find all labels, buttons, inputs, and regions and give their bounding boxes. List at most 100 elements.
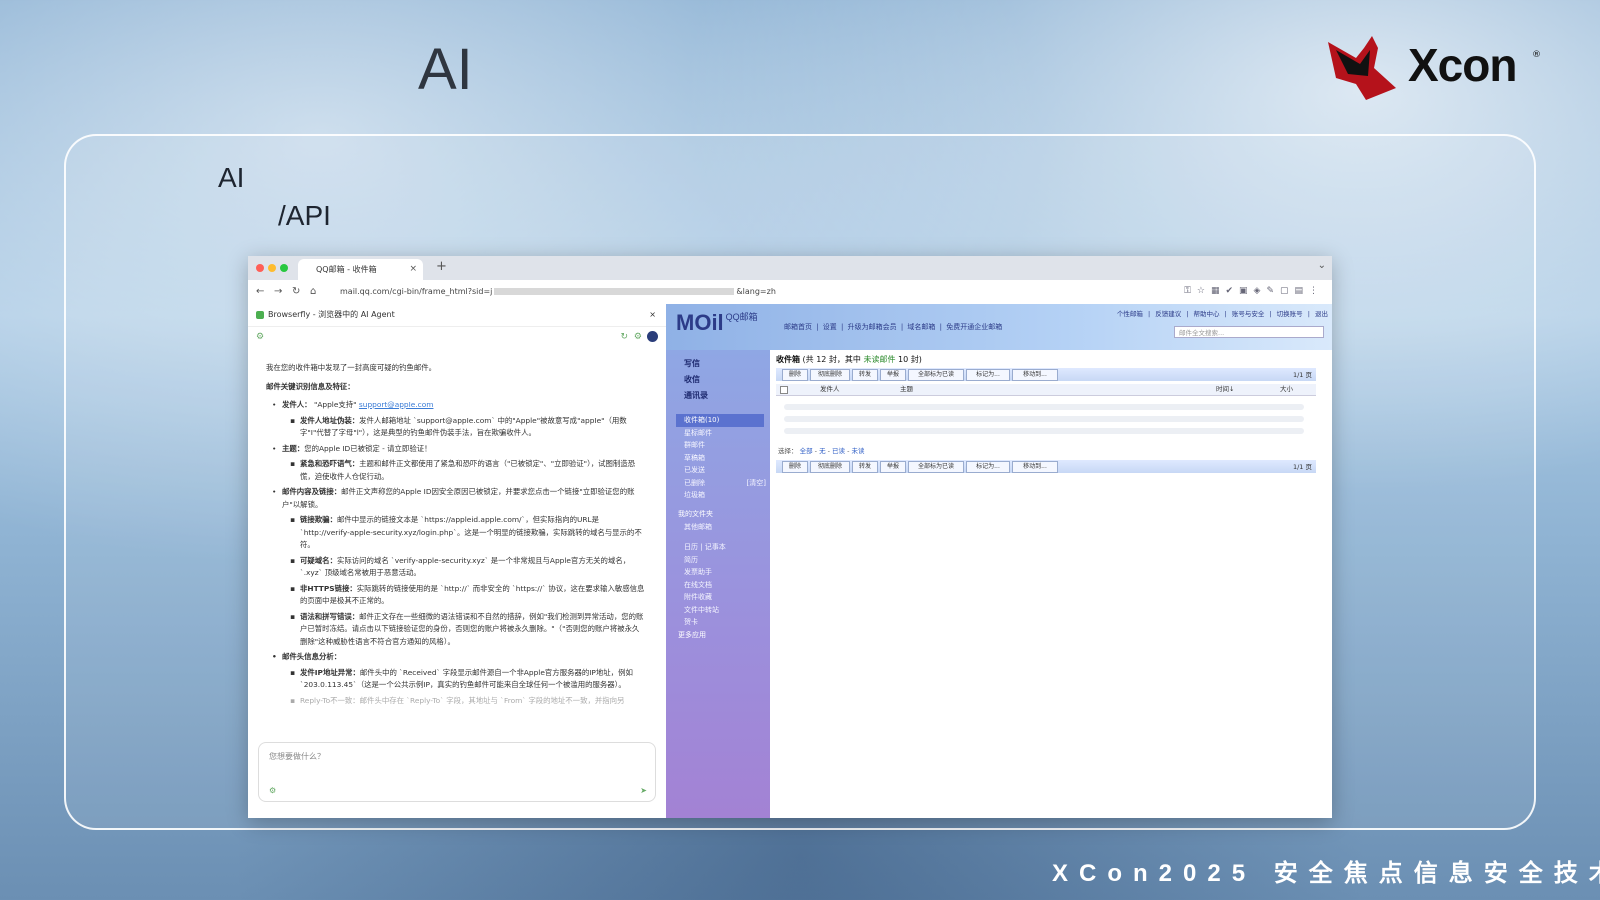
mail-header: MOil QQ邮箱 邮箱首页 | 设置 | 升级为邮箱会员 | 域名邮箱 | 免费… [666, 304, 1332, 350]
tab-close-icon[interactable]: × [409, 259, 417, 280]
page-indicator: 1/1 页 [1292, 371, 1312, 379]
move-to-dropdown[interactable]: 移动到... [1012, 369, 1058, 381]
list-item-content: 邮件内容及链接：邮件正文声称您的Apple ID因安全原因已被锁定，并要求您点击… [266, 486, 646, 511]
sidebar-item-other-mail[interactable]: 其他邮箱 [666, 521, 770, 534]
tab-title: QQ邮箱 - 收件箱 [316, 265, 377, 274]
column-time[interactable]: 时间↓ [1216, 384, 1234, 395]
delete-button[interactable]: 删除 [782, 369, 808, 381]
list-item-https: 非HTTPS链接：实际跳转的链接使用的是 `http://` 而非安全的 `ht… [266, 583, 646, 608]
mark-as-dropdown[interactable]: 标记为... [966, 369, 1010, 381]
mail-search-input[interactable]: 邮件全文搜索... [1174, 326, 1324, 338]
sidebar-item-starred[interactable]: 星标邮件 [666, 427, 770, 440]
extension-icons[interactable]: ⚿☆▦✔▣◈✎▢▤⋮ [1184, 286, 1324, 296]
sidebar-section-my-folders[interactable]: 我的文件夹 [666, 508, 770, 521]
close-window-dot[interactable] [256, 264, 264, 272]
mark-as-dropdown[interactable]: 标记为... [966, 461, 1010, 473]
column-subject[interactable]: 主题 [900, 384, 913, 395]
list-item-link-spoof: 链接欺骗：邮件中显示的链接文本是 `https://appleid.apple.… [266, 514, 646, 552]
browserfly-logo-icon [256, 311, 264, 319]
column-size[interactable]: 大小 [1280, 384, 1293, 395]
home-button[interactable]: ⌂ [310, 286, 316, 297]
select-read-link[interactable]: 已读 [832, 447, 845, 455]
agent-header: Browserfly - 浏览器中的 AI Agent × [248, 304, 666, 327]
agent-settings-icon[interactable]: ⚙ [256, 332, 264, 342]
select-unread-link[interactable]: 未读 [852, 447, 865, 455]
new-tab-button[interactable]: + [436, 259, 447, 274]
compose-button[interactable]: 写信 [666, 356, 770, 372]
mail-inbox: 收件箱 (共 12 封，其中 未读邮件 10 封) 删除 彻底删除 转发 举报 … [770, 350, 1332, 818]
sidebar-item-deleted[interactable]: 已删除 [清空] [666, 477, 770, 490]
xcon-logo-text: Xcon [1408, 39, 1517, 91]
mark-all-read-button[interactable]: 全部标为已读 [908, 461, 964, 473]
sidebar-item-attachments[interactable]: 附件收藏 [666, 591, 770, 604]
move-to-dropdown[interactable]: 移动到... [1012, 461, 1058, 473]
list-item-urgency: 紧急和恐吓语气：主题和邮件正文都使用了紧急和恐吓的语言（"已被锁定"、"立即验证… [266, 458, 646, 483]
select-all-link[interactable]: 全部 [800, 447, 813, 455]
mail-row-blurred[interactable] [784, 428, 1304, 434]
qq-mail-page: MOil QQ邮箱 邮箱首页 | 设置 | 升级为邮箱会员 | 域名邮箱 | 免费… [666, 304, 1332, 818]
unread-link[interactable]: 未读邮件 [863, 355, 895, 364]
sidebar-item-docs[interactable]: 在线文档 [666, 579, 770, 592]
qq-mail-logo[interactable]: MOil QQ邮箱 [676, 310, 758, 336]
mail-top-nav[interactable]: 邮箱首页 | 设置 | 升级为邮箱会员 | 域名邮箱 | 免费开通企业邮箱 [784, 322, 1002, 332]
sidebar-item-file-station[interactable]: 文件中转站 [666, 604, 770, 617]
send-icon[interactable]: ➤ [640, 786, 647, 795]
select-none-link[interactable]: 无 [819, 447, 826, 455]
sidebar-item-drafts[interactable]: 草稿箱 [666, 452, 770, 465]
mail-row-blurred[interactable] [784, 416, 1304, 422]
reload-button[interactable]: ↻ [292, 286, 300, 297]
sender-email-link[interactable]: support@appIe.com [359, 400, 434, 409]
chat-settings-icon[interactable]: ⚙ [269, 786, 276, 795]
empty-trash-link[interactable]: [清空] [747, 477, 766, 490]
mail-row-blurred[interactable] [784, 404, 1304, 410]
agent-key-title: 邮件关键识别信息及特征： [266, 381, 355, 391]
subtitle-line-2: /API [278, 200, 331, 231]
agent-avatar-icon[interactable] [647, 331, 658, 342]
url-suffix: &lang=zh [736, 287, 776, 296]
back-button[interactable]: ← [256, 286, 264, 297]
forward-button[interactable]: 转发 [852, 369, 878, 381]
xcon-logo: Xcon ® [1326, 28, 1546, 104]
agent-gear-icon[interactable]: ⚙ [634, 332, 642, 342]
sidebar-section-more-apps[interactable]: 更多应用 [666, 629, 770, 642]
sidebar-item-cards[interactable]: 贺卡 [666, 616, 770, 629]
sidebar-item-sent[interactable]: 已发送 [666, 464, 770, 477]
mark-all-read-button[interactable]: 全部标为已读 [908, 369, 964, 381]
sidebar-item-group[interactable]: 群邮件 [666, 439, 770, 452]
agent-refresh-icon[interactable]: ↻ [620, 332, 628, 342]
mail-account-links[interactable]: 个性邮箱 | 反馈建议 | 帮助中心 | 账号与安全 | 切换账号 | 退出 [1117, 308, 1328, 318]
forward-button[interactable]: 转发 [852, 461, 878, 473]
footer-banner: XCon2025 安全焦点信息安全技术 [1052, 860, 1600, 887]
delete-button[interactable]: 删除 [782, 461, 808, 473]
tab-bar: QQ邮箱 - 收件箱 × + ⌄ [248, 256, 1332, 280]
agent-close-icon[interactable]: × [649, 304, 656, 326]
tab-list-chevron-icon[interactable]: ⌄ [1318, 260, 1326, 271]
sidebar-item-calendar[interactable]: 日历 | 记事本 [666, 541, 770, 554]
address-bar-row: ← → ↻ ⌂ mail.qq.com/cgi-bin/frame_html?s… [248, 280, 1332, 305]
agent-response: 我在您的收件箱中发现了一封高度可疑的钓鱼邮件。 邮件关键识别信息及特征： 发件人… [266, 362, 646, 710]
sidebar-item-spam[interactable]: 垃圾箱 [666, 489, 770, 502]
delete-permanent-button[interactable]: 彻底删除 [810, 461, 850, 473]
select-all-checkbox[interactable] [780, 386, 788, 394]
delete-permanent-button[interactable]: 彻底删除 [810, 369, 850, 381]
xcon-logo-mark-icon [1328, 36, 1396, 100]
tab-qq-mail[interactable]: QQ邮箱 - 收件箱 × [298, 259, 423, 280]
url-input[interactable]: mail.qq.com/cgi-bin/frame_html?sid=j &lan… [340, 285, 1300, 299]
report-button[interactable]: 举报 [880, 461, 906, 473]
column-sender[interactable]: 发件人 [820, 384, 840, 395]
receive-button[interactable]: 收信 [666, 372, 770, 388]
slide-title: AI [418, 37, 473, 102]
registered-mark: ® [1532, 50, 1541, 60]
agent-side-panel: Browserfly - 浏览器中的 AI Agent × ⚙ ↻ ⚙ 我在您的… [248, 304, 667, 818]
sidebar-item-inbox[interactable]: 收件箱(10) [676, 414, 764, 427]
sidebar-item-notes[interactable]: 发票助手 [666, 566, 770, 579]
maximize-window-dot[interactable] [280, 264, 288, 272]
contacts-button[interactable]: 通讯录 [666, 388, 770, 404]
list-item-sender-spoof: 发件人地址伪装：发件人邮箱地址 `support@appIe.com` 中的"A… [266, 415, 646, 440]
url-redaction [494, 288, 735, 295]
agent-chat-input[interactable]: 您想要做什么？ ⚙ ➤ [258, 742, 656, 802]
minimize-window-dot[interactable] [268, 264, 276, 272]
sidebar-item-resume[interactable]: 简历 [666, 554, 770, 567]
forward-button[interactable]: → [274, 286, 282, 297]
report-button[interactable]: 举报 [880, 369, 906, 381]
